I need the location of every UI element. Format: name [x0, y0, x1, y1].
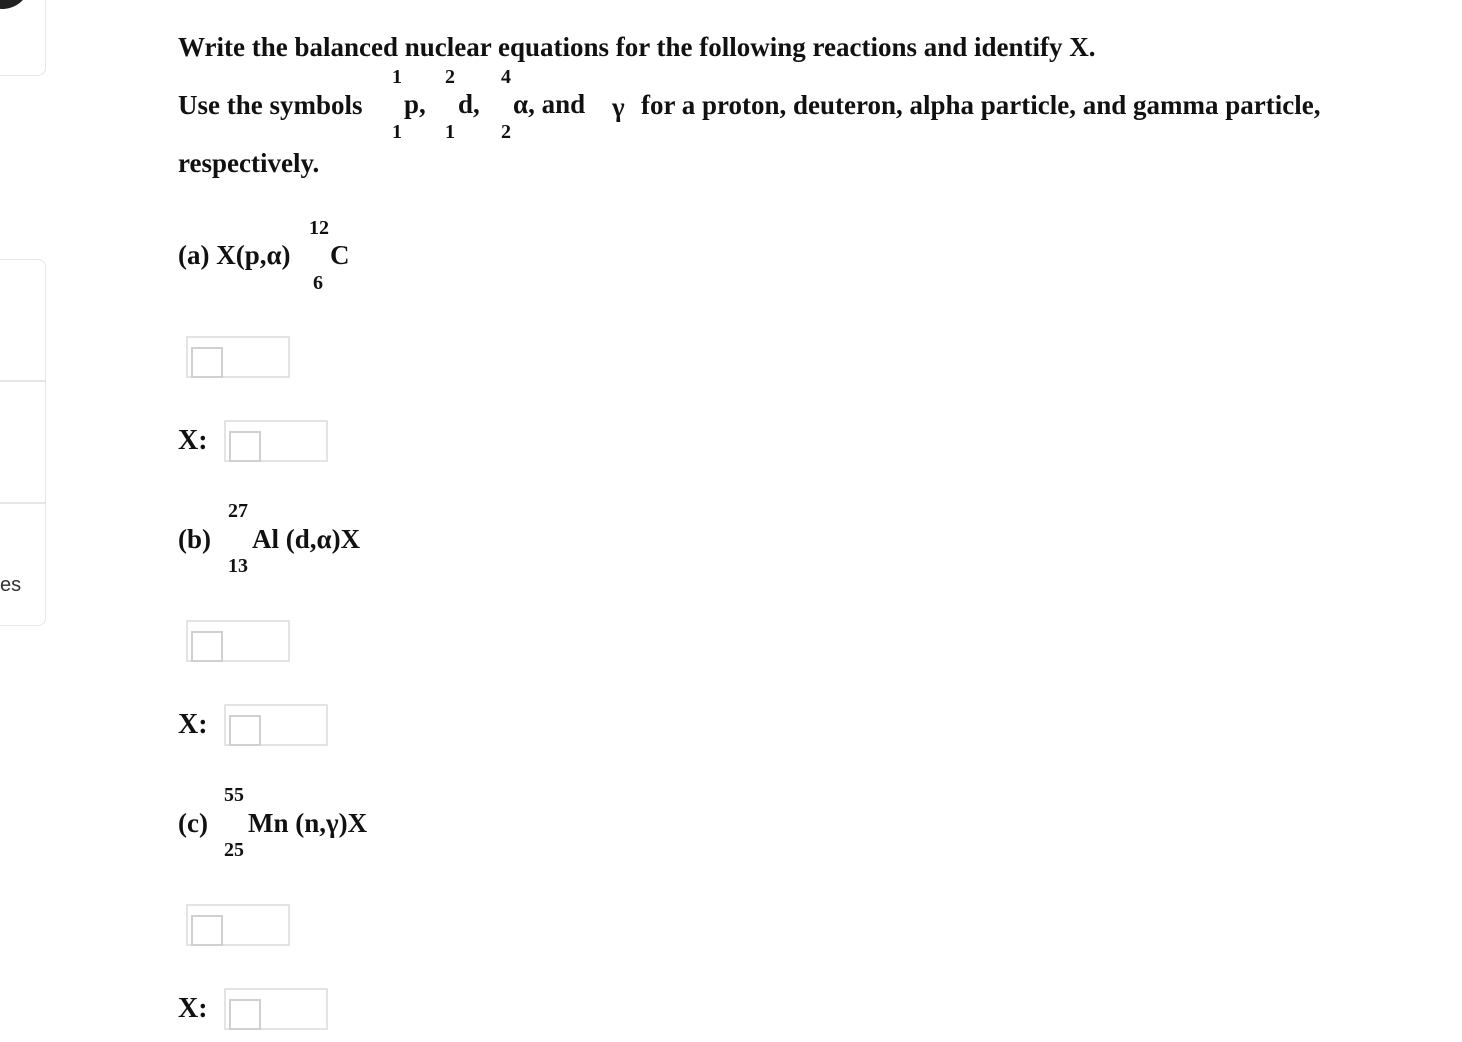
- part-a-x-label: X:: [178, 425, 208, 456]
- part-b-label: (b): [178, 524, 211, 554]
- part-a-x-input[interactable]: [224, 420, 328, 462]
- logo-icon: [0, 0, 38, 16]
- proton-mass-number: 1: [392, 66, 402, 88]
- question-symbols-line: Use the symbols: [178, 90, 363, 121]
- proton-atomic-number: 1: [392, 121, 402, 143]
- part-c-label: (c): [178, 808, 208, 838]
- alpha-symbol: α, and: [513, 89, 586, 119]
- alpha-mass-number: 4: [501, 66, 511, 88]
- symbols-prefix: Use the symbols: [178, 90, 363, 120]
- sidebar-item-label[interactable]: es: [0, 574, 21, 597]
- x-template-slot[interactable]: [229, 999, 261, 1030]
- part-c-mass-number: 55: [224, 784, 244, 806]
- sidebar-divider: [0, 502, 45, 504]
- part-a-atomic-number: 6: [313, 272, 323, 294]
- gamma-symbol: γ: [612, 92, 625, 122]
- part-b-atomic-number: 13: [228, 555, 248, 577]
- equation-template-slot[interactable]: [191, 347, 223, 378]
- part-a-equation-input[interactable]: [186, 336, 290, 378]
- part-b-equation-input[interactable]: [186, 620, 290, 662]
- part-b-x-label: X:: [178, 709, 208, 740]
- part-c-atomic-number: 25: [224, 839, 244, 861]
- part-a-equation: (a) X(p,α): [178, 240, 291, 270]
- part-c-x-input[interactable]: [224, 988, 328, 1030]
- x-template-slot[interactable]: [229, 431, 261, 462]
- equation-template-slot[interactable]: [191, 915, 223, 946]
- question-instruction: Write the balanced nuclear equations for…: [178, 32, 1096, 62]
- part-c-equation: Mn (n,γ)X: [248, 808, 368, 838]
- alpha-atomic-number: 2: [501, 121, 511, 143]
- deuteron-mass-number: 2: [445, 66, 455, 88]
- part-c-equation-input[interactable]: [186, 904, 290, 946]
- part-b-x-input[interactable]: [224, 704, 328, 746]
- deuteron-symbol: d,: [458, 89, 480, 119]
- part-b-equation: Al (d,α)X: [252, 524, 361, 554]
- part-a-mass-number: 12: [309, 217, 329, 239]
- deuteron-atomic-number: 1: [445, 121, 455, 143]
- question-instruction-end: respectively.: [178, 148, 320, 178]
- symbols-suffix: for a proton, deuteron, alpha particle, …: [641, 90, 1321, 120]
- proton-symbol: p,: [404, 89, 426, 119]
- equation-template-slot[interactable]: [191, 631, 223, 662]
- sidebar-divider: [0, 380, 45, 382]
- part-a-element: C: [330, 240, 350, 270]
- sidebar-nav-group: [0, 259, 46, 626]
- sidebar-logo-card[interactable]: [0, 0, 46, 76]
- x-template-slot[interactable]: [229, 715, 261, 746]
- part-c-x-label: X:: [178, 993, 208, 1024]
- part-b-mass-number: 27: [228, 500, 248, 522]
